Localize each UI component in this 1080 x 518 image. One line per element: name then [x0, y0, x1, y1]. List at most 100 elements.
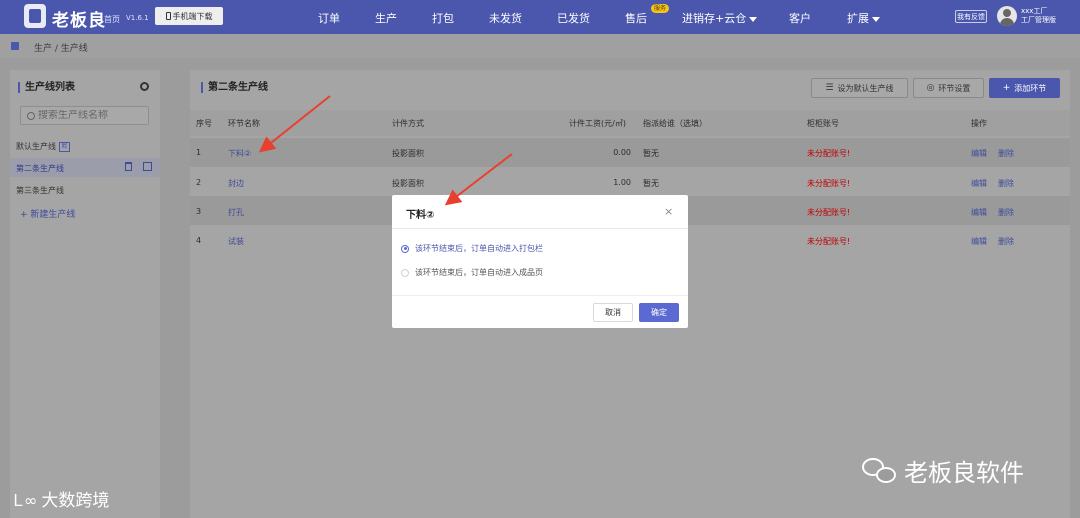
row-wage: 1.00 — [613, 178, 631, 187]
chevron-down-icon — [872, 16, 880, 22]
dialog-footer-divider — [392, 295, 688, 296]
cancel-button[interactable]: 取消 — [593, 303, 633, 322]
option-to-finished[interactable]: 该环节结束后，订单自动进入成品页 — [401, 267, 543, 278]
nav-inventory-label: 进销存+云仓 — [682, 12, 747, 25]
row-step-name[interactable]: 下料② — [228, 148, 251, 159]
watermark-dashu: Ｌ∞ 大数跨境 — [10, 486, 110, 512]
line-search-box[interactable] — [20, 106, 149, 125]
row-step-name[interactable]: 打孔 — [228, 207, 244, 218]
chevron-down-icon — [749, 16, 758, 22]
row-edit-link[interactable]: 编辑 — [971, 236, 987, 247]
user-factory-name: xxx工厂 — [1021, 7, 1048, 15]
col-mode: 计件方式 — [392, 119, 424, 128]
nav-inventory[interactable]: 进销存+云仓 — [682, 10, 758, 26]
search-icon — [27, 111, 35, 120]
nav-extensions[interactable]: 扩展 — [847, 10, 880, 26]
gear-icon[interactable] — [140, 82, 149, 91]
row-edit-link[interactable]: 编辑 — [971, 207, 987, 218]
row-delete-link[interactable]: 删除 — [998, 178, 1014, 189]
option-to-finished-label: 该环节结束后，订单自动进入成品页 — [415, 268, 543, 277]
radio-unchecked-icon[interactable] — [401, 268, 409, 277]
user-info[interactable]: xxx工厂 工厂管理版 — [1021, 7, 1056, 25]
edit-icon[interactable] — [143, 162, 152, 171]
col-actions: 操作 — [971, 119, 987, 128]
row-account: 未分配账号! — [807, 237, 851, 246]
col-index: 序号 — [196, 119, 212, 128]
row-account: 未分配账号! — [807, 149, 851, 158]
row-index: 4 — [196, 236, 202, 245]
col-step-name: 环节名称 — [228, 119, 260, 128]
set-default-button[interactable]: ☰ 设为默认生产线 — [811, 78, 908, 98]
col-wage: 计件工资(元/㎡) — [569, 119, 626, 128]
breadcrumb-bar — [0, 34, 1080, 58]
option-to-packing-label: 该环节结束后，订单自动进入打包栏 — [415, 244, 543, 253]
row-account: 未分配账号! — [807, 208, 851, 217]
trash-icon[interactable] — [125, 162, 132, 171]
step-end-dialog: 下料② × 该环节结束后，订单自动进入打包栏 该环节结束后，订单自动进入成品页 … — [392, 195, 688, 328]
nav-customers[interactable]: 客户 — [789, 10, 811, 26]
watermark-laobanliang: 老板良软件 — [862, 453, 1024, 488]
nav-production[interactable]: 生产 — [375, 10, 397, 26]
nav-shipped[interactable]: 已发货 — [557, 10, 590, 26]
menu-toggle-icon[interactable] — [11, 42, 19, 50]
watermark-logo-mark: Ｌ∞ — [10, 490, 37, 510]
row-edit-link[interactable]: 编辑 — [971, 148, 987, 159]
mobile-download-button[interactable]: 手机端下载 — [155, 7, 223, 25]
table-header — [190, 110, 1070, 136]
option-to-packing[interactable]: 该环节结束后，订单自动进入打包栏 — [401, 243, 543, 254]
feedback-button[interactable]: 我有反馈 — [955, 10, 987, 23]
row-step-name[interactable]: 封边 — [228, 178, 244, 189]
settings-icon: ◎ — [926, 83, 935, 93]
row-assignee: 暂无 — [643, 179, 659, 188]
nav-packing[interactable]: 打包 — [432, 10, 454, 26]
plus-icon: + — [1002, 83, 1011, 93]
sliders-icon: ☰ — [825, 83, 834, 93]
line-name: 默认生产线 — [16, 142, 56, 151]
row-index: 3 — [196, 207, 202, 216]
row-assignee: 暂无 — [643, 149, 659, 158]
mobile-download-label: 手机端下载 — [172, 11, 213, 21]
col-assignee: 指派给谁（选填） — [643, 119, 707, 128]
default-tag: 默 — [59, 141, 70, 152]
row-delete-link[interactable]: 删除 — [998, 207, 1014, 218]
line-item-third[interactable]: 第三条生产线 — [16, 185, 64, 196]
dialog-title: 下料② — [406, 210, 435, 221]
line-list-title: 生产线列表 — [18, 82, 75, 93]
step-settings-label: 环节设置 — [938, 83, 971, 93]
app-logo-icon[interactable] — [24, 4, 46, 28]
dialog-divider — [392, 228, 688, 229]
row-mode: 投影面积 — [392, 149, 424, 158]
nav-orders[interactable]: 订单 — [318, 10, 340, 26]
row-delete-link[interactable]: 删除 — [998, 148, 1014, 159]
watermark-left-text: 大数跨境 — [41, 491, 110, 511]
step-settings-button[interactable]: ◎ 环节设置 — [913, 78, 984, 98]
add-step-button[interactable]: + 添加环节 — [989, 78, 1060, 98]
set-default-label: 设为默认生产线 — [837, 83, 894, 93]
close-icon[interactable]: × — [664, 205, 673, 218]
nav-unshipped[interactable]: 未发货 — [489, 10, 522, 26]
row-edit-link[interactable]: 编辑 — [971, 178, 987, 189]
wechat-icon — [862, 456, 898, 486]
home-link[interactable]: 首页 — [104, 14, 120, 25]
user-role: 工厂管理版 — [1021, 16, 1056, 24]
line-search-input[interactable] — [38, 110, 148, 121]
row-mode: 投影面积 — [392, 179, 424, 188]
production-line-panel — [10, 70, 160, 518]
version-label: V1.6.1 — [126, 14, 149, 22]
add-step-label: 添加环节 — [1014, 83, 1047, 93]
phone-icon — [165, 12, 171, 20]
col-account: 柜柜账号 — [807, 119, 839, 128]
confirm-button[interactable]: 确定 — [639, 303, 679, 322]
row-delete-link[interactable]: 删除 — [998, 236, 1014, 247]
after-sales-badge: 服务 — [651, 4, 670, 13]
new-line-button[interactable]: + 新建生产线 — [20, 207, 75, 220]
line-item-default[interactable]: 默认生产线默 — [16, 141, 70, 152]
row-index: 1 — [196, 148, 202, 157]
nav-after-sales[interactable]: 售后 — [625, 10, 647, 26]
radio-checked-icon[interactable] — [401, 244, 409, 253]
row-step-name[interactable]: 试装 — [228, 236, 244, 247]
row-account: 未分配账号! — [807, 179, 851, 188]
line-item-second[interactable]: 第二条生产线 — [16, 163, 64, 174]
brand-name[interactable]: 老板良 — [52, 6, 106, 31]
user-avatar-icon[interactable] — [997, 6, 1017, 26]
